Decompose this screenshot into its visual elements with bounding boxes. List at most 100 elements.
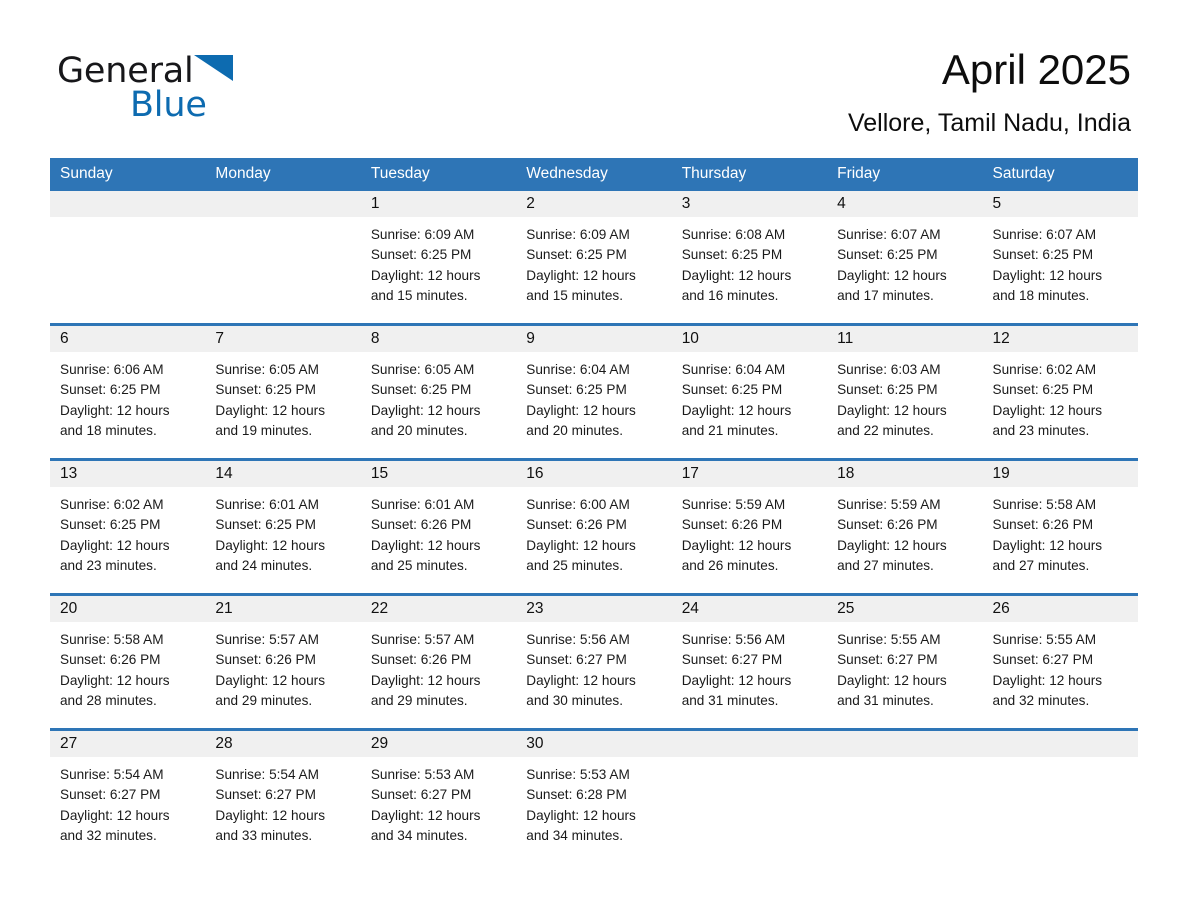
sunset-text: Sunset: 6:27 PM <box>837 652 938 668</box>
daylight-text-line2: and 32 minutes. <box>992 692 1090 708</box>
day-details: Sunrise: 5:54 AM Sunset: 6:27 PM Daylight:… <box>205 757 360 846</box>
daylight-text-line1: Daylight: 12 hours <box>215 807 325 823</box>
weekday-header-friday: Friday <box>827 158 983 191</box>
day-details: Sunrise: 6:04 AM Sunset: 6:25 PM Daylight:… <box>516 352 671 441</box>
sunset-text: Sunset: 6:25 PM <box>526 247 627 263</box>
calendar-day-cell[interactable]: 5 Sunrise: 6:07 AM Sunset: 6:25 PM Daylight… <box>982 191 1138 323</box>
calendar-day-cell[interactable]: 25 Sunrise: 5:55 AM Sunset: 6:27 PM Dayligh… <box>827 596 983 728</box>
day-details: Sunrise: 5:58 AM Sunset: 6:26 PM Daylight:… <box>983 487 1138 576</box>
sunset-text: Sunset: 6:26 PM <box>837 517 938 533</box>
day-number: 30 <box>526 735 544 752</box>
day-number-band: 28 <box>205 731 361 757</box>
day-number: 17 <box>681 465 699 482</box>
calendar-day-cell[interactable]: 22 Sunrise: 5:57 AM Sunset: 6:26 PM Dayligh… <box>360 596 517 728</box>
calendar-day-cell[interactable]: 15 Sunrise: 6:01 AM Sunset: 6:26 PM Dayligh… <box>360 461 517 593</box>
calendar-day-cell[interactable]: 30 Sunrise: 5:53 AM Sunset: 6:28 PM Dayligh… <box>516 731 672 863</box>
sunrise-text: Sunrise: 5:57 AM <box>215 632 319 647</box>
calendar-day-cell[interactable]: 10 Sunrise: 6:04 AM Sunset: 6:25 PM Dayligh… <box>671 326 828 458</box>
daylight-text-line2: and 16 minutes. <box>681 287 779 303</box>
calendar-day-cell[interactable]: 13 Sunrise: 6:02 AM Sunset: 6:25 PM Dayligh… <box>50 461 206 593</box>
day-details: Sunrise: 6:02 AM Sunset: 6:25 PM Daylight:… <box>50 487 205 576</box>
daylight-text-line1: Daylight: 12 hours <box>60 807 170 823</box>
day-number: 24 <box>681 600 699 617</box>
day-number: 3 <box>681 195 691 212</box>
daylight-text-line1: Daylight: 12 hours <box>681 672 792 688</box>
sunrise-text: Sunrise: 6:07 AM <box>992 227 1097 242</box>
calendar-day-cell[interactable]: 2 Sunrise: 6:09 AM Sunset: 6:25 PM Daylight… <box>516 191 672 323</box>
day-details <box>205 217 360 225</box>
day-number-band: 11 <box>827 326 983 352</box>
calendar-week-row: 20 Sunrise: 5:58 AM Sunset: 6:26 PM Dayligh… <box>50 593 1138 730</box>
sunrise-text: Sunrise: 6:01 AM <box>370 497 475 512</box>
daylight-text-line2: and 33 minutes. <box>215 827 313 843</box>
daylight-text-line1: Daylight: 12 hours <box>837 537 947 553</box>
calendar-grid: Sunday Monday Tuesday Wednesday Thursday Frid… <box>50 158 1138 863</box>
day-details: Sunrise: 6:01 AM Sunset: 6:26 PM Daylight:… <box>361 487 516 576</box>
day-details <box>672 757 827 765</box>
calendar-day-cell[interactable]: 23 Sunrise: 5:56 AM Sunset: 6:27 PM Dayligh… <box>516 596 672 728</box>
sunrise-text: Sunrise: 6:00 AM <box>526 497 630 512</box>
daylight-text-line1: Daylight: 12 hours <box>60 672 170 688</box>
daylight-text-line2: and 15 minutes. <box>370 287 468 303</box>
daylight-text-line1: Daylight: 12 hours <box>215 672 325 688</box>
daylight-text-line1: Daylight: 12 hours <box>526 402 636 418</box>
calendar-day-cell[interactable]: 26 Sunrise: 5:55 AM Sunset: 6:27 PM Dayligh… <box>982 596 1138 728</box>
daylight-text-line2: and 24 minutes. <box>215 557 313 573</box>
calendar-day-cell[interactable]: 4 Sunrise: 6:07 AM Sunset: 6:25 PM Daylight… <box>827 191 983 323</box>
calendar-day-cell[interactable]: 21 Sunrise: 5:57 AM Sunset: 6:26 PM Dayligh… <box>205 596 361 728</box>
calendar-day-cell[interactable]: 11 Sunrise: 6:03 AM Sunset: 6:25 PM Dayligh… <box>827 326 983 458</box>
calendar-day-cell[interactable]: 9 Sunrise: 6:04 AM Sunset: 6:25 PM Daylight… <box>516 326 672 458</box>
generalblue-logo[interactable]: General Blue <box>57 52 257 128</box>
sunrise-text: Sunrise: 5:58 AM <box>992 497 1097 512</box>
calendar-day-cell[interactable]: 16 Sunrise: 6:00 AM Sunset: 6:26 PM Dayligh… <box>516 461 672 593</box>
calendar-day-cell[interactable]: 7 Sunrise: 6:05 AM Sunset: 6:25 PM Daylight… <box>205 326 361 458</box>
sunrise-text: Sunrise: 5:54 AM <box>215 767 319 782</box>
calendar-day-cell[interactable]: 20 Sunrise: 5:58 AM Sunset: 6:26 PM Dayligh… <box>50 596 206 728</box>
calendar-day-cell[interactable]: 19 Sunrise: 5:58 AM Sunset: 6:26 PM Dayligh… <box>982 461 1138 593</box>
daylight-text-line2: and 20 minutes. <box>370 422 468 438</box>
sunrise-text: Sunrise: 5:55 AM <box>837 632 941 647</box>
calendar-day-cell[interactable]: 6 Sunrise: 6:06 AM Sunset: 6:25 PM Daylight… <box>50 326 206 458</box>
calendar-day-cell[interactable]: 24 Sunrise: 5:56 AM Sunset: 6:27 PM Dayligh… <box>671 596 828 728</box>
sunset-text: Sunset: 6:25 PM <box>60 517 161 533</box>
calendar-day-cell[interactable]: 14 Sunrise: 6:01 AM Sunset: 6:25 PM Dayligh… <box>205 461 361 593</box>
weekday-header-wednesday: Wednesday <box>516 158 672 191</box>
weekday-header-saturday: Saturday <box>982 158 1138 191</box>
calendar-day-cell[interactable]: 1 Sunrise: 6:09 AM Sunset: 6:25 PM Daylight… <box>360 191 517 323</box>
day-number-band: 14 <box>205 461 361 487</box>
day-details: Sunrise: 6:05 AM Sunset: 6:25 PM Daylight:… <box>361 352 516 441</box>
calendar-day-cell[interactable]: 29 Sunrise: 5:53 AM Sunset: 6:27 PM Dayligh… <box>360 731 517 863</box>
sunrise-text: Sunrise: 6:08 AM <box>681 227 786 242</box>
calendar-day-cell[interactable]: 18 Sunrise: 5:59 AM Sunset: 6:26 PM Dayligh… <box>827 461 983 593</box>
daylight-text-line1: Daylight: 12 hours <box>526 672 636 688</box>
day-number: 1 <box>370 195 380 212</box>
calendar-day-cell[interactable]: 17 Sunrise: 5:59 AM Sunset: 6:26 PM Dayligh… <box>671 461 828 593</box>
day-number-band: 18 <box>827 461 983 487</box>
daylight-text-line2: and 32 minutes. <box>60 827 157 843</box>
daylight-text-line1: Daylight: 12 hours <box>681 537 792 553</box>
sunrise-text: Sunrise: 6:02 AM <box>60 497 164 512</box>
daylight-text-line2: and 18 minutes. <box>60 422 157 438</box>
sunrise-text: Sunrise: 5:59 AM <box>681 497 786 512</box>
calendar-day-cell[interactable]: 12 Sunrise: 6:02 AM Sunset: 6:25 PM Dayligh… <box>982 326 1138 458</box>
day-details <box>983 757 1138 765</box>
day-number: 5 <box>992 195 1002 212</box>
day-number-band: 26 <box>982 596 1138 622</box>
calendar-day-cell[interactable]: 27 Sunrise: 5:54 AM Sunset: 6:27 PM Dayligh… <box>50 731 206 863</box>
sunrise-text: Sunrise: 6:04 AM <box>526 362 630 377</box>
calendar-day-cell[interactable]: 3 Sunrise: 6:08 AM Sunset: 6:25 PM Daylight… <box>671 191 828 323</box>
weekday-header-row: Sunday Monday Tuesday Wednesday Thursday Frid… <box>50 158 1138 191</box>
day-number: 7 <box>215 330 225 347</box>
sunset-text: Sunset: 6:25 PM <box>992 382 1094 398</box>
day-number: 25 <box>837 600 855 617</box>
calendar-table: Sunday Monday Tuesday Wednesday Thursday Frid… <box>50 158 1138 863</box>
calendar-day-cell[interactable]: 8 Sunrise: 6:05 AM Sunset: 6:25 PM Daylight… <box>360 326 517 458</box>
day-number-band: 24 <box>671 596 828 622</box>
day-number: 10 <box>681 330 699 347</box>
day-number-band: 7 <box>205 326 361 352</box>
calendar-day-cell-empty <box>827 731 983 863</box>
daylight-text-line1: Daylight: 12 hours <box>60 402 170 418</box>
sunset-text: Sunset: 6:25 PM <box>681 382 783 398</box>
day-details: Sunrise: 6:01 AM Sunset: 6:25 PM Daylight:… <box>205 487 360 576</box>
calendar-day-cell[interactable]: 28 Sunrise: 5:54 AM Sunset: 6:27 PM Dayligh… <box>205 731 361 863</box>
